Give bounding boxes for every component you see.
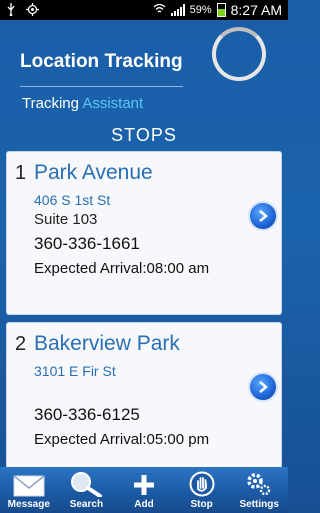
message-label: Message	[7, 499, 50, 510]
envelope-icon	[13, 475, 45, 497]
gear-icon	[247, 473, 271, 496]
clock: 8:27 AM	[230, 2, 282, 18]
stop-phone[interactable]: 360-336-1661	[34, 234, 140, 254]
add-button[interactable]: Add	[115, 467, 173, 513]
chevron-right-icon[interactable]	[248, 201, 278, 231]
stop-number: 1	[15, 162, 27, 184]
loading-spinner-icon	[212, 27, 266, 81]
stop-eta: Expected Arrival:08:00 am	[34, 260, 210, 277]
bottom-toolbar: Message Search Add Stop Settings	[0, 467, 288, 513]
stop-suite: Suite 103	[34, 211, 98, 228]
stop-number: 2	[15, 333, 27, 355]
subtitle-accent: Assistant	[82, 95, 144, 112]
stop-address[interactable]: 3101 E Fir St	[34, 363, 116, 379]
tracking-assistant-label: Tracking Assistant	[22, 95, 143, 112]
status-bar: 59% 8:27 AM	[0, 0, 288, 20]
stop-card[interactable]: 2 Bakerview Park 3101 E Fir St 360-336-6…	[6, 322, 282, 486]
add-label: Add	[134, 499, 154, 510]
battery-percent: 59%	[189, 4, 212, 16]
stop-hand-icon	[189, 471, 215, 497]
gps-icon	[26, 3, 39, 19]
app-title: Location Tracking	[20, 51, 183, 72]
message-button[interactable]: Message	[0, 467, 58, 513]
stop-card[interactable]: 1 Park Avenue 406 S 1st St Suite 103 360…	[6, 151, 282, 315]
search-button[interactable]: Search	[58, 467, 116, 513]
stop-address[interactable]: 406 S 1st St	[34, 192, 110, 208]
chevron-right-icon[interactable]	[248, 372, 278, 402]
section-title: STOPS	[111, 125, 177, 145]
stop-name: Bakerview Park	[34, 332, 180, 355]
stop-phone[interactable]: 360-336-6125	[34, 405, 140, 425]
usb-icon	[6, 3, 16, 19]
search-label: Search	[69, 499, 104, 510]
settings-label: Settings	[239, 499, 279, 510]
stop-name: Park Avenue	[34, 161, 153, 184]
subtitle-prefix: Tracking	[22, 95, 79, 112]
settings-button[interactable]: Settings	[230, 467, 288, 513]
header-divider	[20, 86, 183, 87]
search-icon	[71, 472, 103, 497]
signal-icon	[170, 4, 185, 16]
stop-label: Stop	[190, 499, 213, 510]
stop-eta: Expected Arrival:05:00 pm	[34, 431, 210, 448]
plus-icon	[133, 475, 154, 495]
wifi-icon	[153, 3, 166, 17]
stop-button[interactable]: Stop	[173, 467, 231, 513]
battery-icon	[216, 3, 226, 17]
